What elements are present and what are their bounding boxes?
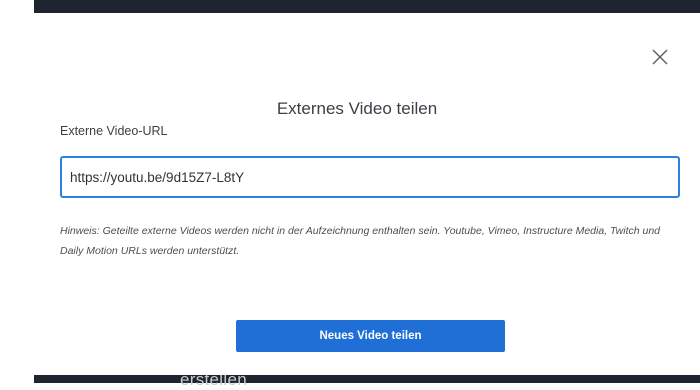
hint-text: Hinweis: Geteilte externe Videos werden … [60,225,661,257]
close-button[interactable] [649,46,671,68]
video-url-label: Externe Video-URL [60,124,168,138]
share-external-video-dialog: Externes Video teilen Externe Video-URL … [34,13,700,375]
video-url-input[interactable] [60,156,680,198]
dialog-title: Externes Video teilen [276,99,438,118]
share-new-video-button[interactable]: Neues Video teilen [236,320,505,352]
page-edge [0,0,34,383]
close-icon [652,49,668,65]
